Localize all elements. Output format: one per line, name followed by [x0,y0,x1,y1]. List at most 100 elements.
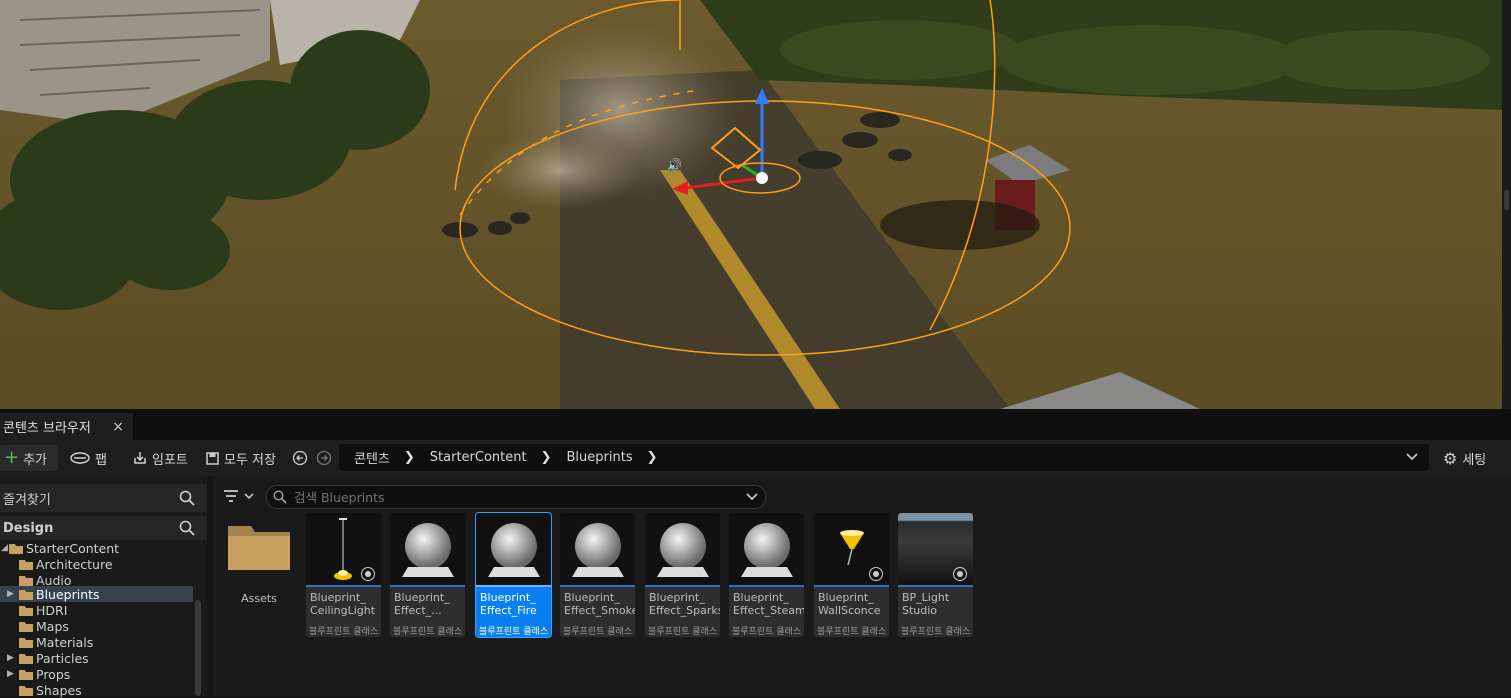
sphere-icon [657,523,709,577]
chevron-down-icon [244,493,254,500]
favorites-header[interactable]: 즐겨찾기 [0,484,207,512]
asset-type: 블루프린트 클래스 [732,627,802,637]
expand-arrow-icon[interactable]: ◢ [1,543,8,553]
plus-icon: + [4,447,20,468]
asset-tile-effect-truncated[interactable]: Blueprint_ Effect_... 블루프린트 클래스 [390,513,465,637]
fab-label: 팹 [95,452,107,468]
asset-name: Blueprint_ Effect_... [394,591,450,617]
tree-scrollbar[interactable] [195,600,201,696]
fab-icon [70,452,90,464]
folder-label: Assets [241,592,277,605]
folder-icon [19,638,33,648]
save-icon [206,451,219,465]
chevron-right-icon[interactable]: ❯ [541,450,552,465]
sphere-thumbnail [729,513,804,585]
content-browser-tab[interactable]: 콘텐츠 브라우저 × [0,413,133,440]
gear-icon: ⚙ [1443,448,1458,468]
filter-button[interactable] [223,486,257,506]
folder-icon [19,560,33,570]
folder-icon [19,622,33,632]
sphere-thumbnail [645,513,720,585]
breadcrumb-item-startercontent[interactable]: StarterContent [430,450,527,465]
folder-icon [19,670,33,680]
folder-icon [19,686,33,696]
panel-tab-bar: 콘텐츠 브라우저 × [0,409,1511,440]
history-back-button[interactable] [292,445,308,471]
import-label: 임포트 [152,452,188,468]
asset-search-input[interactable] [292,488,736,506]
breadcrumb-item-content[interactable]: 콘텐츠 [354,448,390,467]
tree-item-maps[interactable]: Maps [0,618,193,634]
asset-tile-effect-fire[interactable]: Blueprint_ Effect_Fire 블루프린트 클래스 [475,512,552,638]
chevron-right-icon[interactable]: ❯ [404,450,415,465]
expand-arrow-icon[interactable]: ▶ [7,589,14,599]
sphere-thumbnail [560,513,635,585]
save-all-button[interactable]: 모두 저장 [206,445,276,471]
asset-tile-effect-smoke[interactable]: Blueprint_ Effect_Smoke 블루프린트 클래스 [560,513,635,637]
folder-icon [19,654,33,664]
save-all-label: 모두 저장 [224,452,276,468]
asset-name: Blueprint_ CeilingLight [310,591,376,617]
tree-item-props[interactable]: ▶ Props [0,666,193,682]
favorites-label: 즐겨찾기 [3,492,51,508]
asset-search-box[interactable] [266,485,766,509]
asset-type: 블루프린트 클래스 [563,627,633,637]
tree-item-architecture[interactable]: Architecture [0,556,193,572]
tree-item-hdri[interactable]: HDRI [0,602,193,618]
history-forward-button[interactable] [316,445,332,471]
asset-type: 블루프린트 클래스 [393,627,463,637]
asset-tile-ceiling-light[interactable]: Blueprint_ CeilingLight 블루프린트 클래스 [306,513,381,637]
sphere-thumbnail [476,513,551,585]
breadcrumb-item-blueprints[interactable]: Blueprints [567,450,633,465]
asset-type: 블루프린트 클래스 [901,627,971,637]
content-browser-toolbar: + 추가 팹 임포트 모두 저장 콘텐츠 ❯ StarterContent ❯ … [0,440,1511,476]
folder-icon [19,576,33,586]
sphere-icon [572,523,624,577]
asset-view: Assets Blueprint_ CeilingLight 블루프린트 클래스… [213,476,1511,696]
level-viewport[interactable]: 🔊 [0,0,1502,409]
add-button[interactable]: + 추가 [0,445,58,471]
asset-name: Blueprint_ Effect_Steam [733,591,804,617]
blueprint-badge-icon [361,567,375,581]
tree-item-blueprints[interactable]: ▶ Blueprints [0,586,193,602]
fab-button[interactable]: 팹 [70,445,107,471]
search-icon [273,490,287,504]
asset-tile-bp-light-studio[interactable]: BP_Light Studio 블루프린트 클래스 [898,513,973,637]
asset-tile-effect-sparks[interactable]: Blueprint_ Effect_Sparks 블루프린트 클래스 [645,513,720,637]
chevron-down-icon[interactable] [745,489,759,503]
expand-arrow-icon[interactable]: ▶ [7,669,14,679]
search-icon[interactable] [179,490,195,506]
folder-open-icon [9,544,23,554]
sources-panel: 즐겨찾기 Design ◢ StarterContent Architectur… [0,476,207,698]
chevron-right-icon[interactable]: ❯ [647,450,658,465]
tab-title: 콘텐츠 브라우저 [3,421,91,436]
viewport-scrollbar[interactable] [1502,0,1511,409]
search-icon[interactable] [179,520,195,536]
tree-item-startercontent[interactable]: ◢ StarterContent [0,540,193,556]
expand-arrow-icon[interactable]: ▶ [7,653,14,663]
sphere-thumbnail [390,513,465,585]
sphere-icon [402,523,454,577]
tree-item-materials[interactable]: Materials [0,634,193,650]
asset-tile-effect-steam[interactable]: Blueprint_ Effect_Steam 블루프린트 클래스 [729,513,804,637]
settings-label: 세팅 [1462,452,1487,468]
folder-icon [19,606,33,616]
back-arrow-icon [292,450,308,466]
asset-name: BP_Light Studio [902,591,950,617]
add-label: 추가 [23,452,48,468]
close-tab-icon[interactable]: × [112,419,124,435]
chevron-down-icon[interactable] [1405,449,1419,463]
settings-button[interactable]: ⚙ 세팅 [1443,445,1486,471]
tree-item-particles[interactable]: ▶ Particles [0,650,193,666]
import-button[interactable]: 임포트 [133,445,188,471]
folder-tile-assets[interactable]: Assets [226,513,292,613]
design-label: Design [3,520,54,536]
design-header[interactable]: Design [0,516,207,540]
asset-tile-wall-sconce[interactable]: Blueprint_ WallSconce 블루프린트 클래스 [814,513,889,637]
asset-name: Blueprint_ WallSconce [818,591,881,617]
asset-type: 블루프린트 클래스 [648,627,718,637]
import-icon [134,452,146,464]
folder-icon [19,590,33,600]
sphere-icon [488,523,540,577]
forward-arrow-icon [316,450,332,466]
